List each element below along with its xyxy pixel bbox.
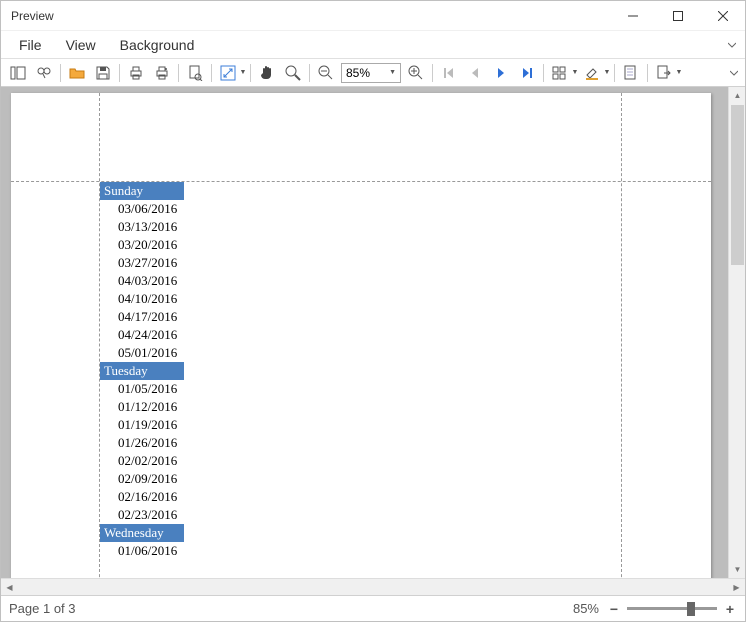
zoom-slider-thumb[interactable] xyxy=(687,602,695,616)
report-body: Sunday03/06/201603/13/201603/20/201603/2… xyxy=(100,182,620,560)
toolbar-separator xyxy=(60,64,61,82)
menubar: File View Background xyxy=(1,31,745,59)
toolbar-overflow-icon[interactable] xyxy=(727,69,741,77)
toolbar-separator xyxy=(309,64,310,82)
scroll-right-icon[interactable]: ▶ xyxy=(728,579,745,596)
date-row: 02/16/2016 xyxy=(100,488,620,506)
work-area: Sunday03/06/201603/13/201603/20/201603/2… xyxy=(1,87,745,578)
preview-page: Sunday03/06/201603/13/201603/20/201603/2… xyxy=(11,93,711,578)
export-icon[interactable] xyxy=(652,61,676,85)
date-row: 03/06/2016 xyxy=(100,200,620,218)
page-info-label: Page 1 of 3 xyxy=(9,601,76,616)
zoom-out-icon[interactable] xyxy=(314,61,338,85)
menu-background[interactable]: Background xyxy=(108,33,207,57)
date-row: 03/13/2016 xyxy=(100,218,620,236)
scale-dropdown-icon[interactable]: ▼ xyxy=(239,69,247,76)
zoom-slider-track[interactable] xyxy=(627,607,717,610)
date-row: 01/12/2016 xyxy=(100,398,620,416)
zoom-plus-button[interactable]: + xyxy=(723,602,737,616)
minimize-button[interactable] xyxy=(610,1,655,31)
maximize-button[interactable] xyxy=(655,1,700,31)
open-icon[interactable] xyxy=(65,61,89,85)
multipage-icon[interactable] xyxy=(548,61,572,85)
hand-tool-icon[interactable] xyxy=(255,61,279,85)
date-row: 01/06/2016 xyxy=(100,542,620,560)
margin-guide xyxy=(621,93,622,578)
next-page-icon[interactable] xyxy=(489,61,513,85)
statusbar: Page 1 of 3 85% − + xyxy=(1,595,745,621)
zoom-percent-label: 85% xyxy=(573,601,599,616)
toolbar-separator xyxy=(543,64,544,82)
menu-view[interactable]: View xyxy=(54,33,108,57)
date-row: 05/01/2016 xyxy=(100,344,620,362)
date-row: 02/23/2016 xyxy=(100,506,620,524)
date-row: 04/24/2016 xyxy=(100,326,620,344)
zoom-slider: − + xyxy=(607,602,737,616)
zoom-in-icon[interactable] xyxy=(404,61,428,85)
group-header: Tuesday xyxy=(100,362,184,380)
scroll-down-icon[interactable]: ▼ xyxy=(729,561,745,578)
titlebar: Preview xyxy=(1,1,745,31)
date-row: 01/26/2016 xyxy=(100,434,620,452)
menu-file[interactable]: File xyxy=(7,33,54,57)
date-row: 04/03/2016 xyxy=(100,272,620,290)
chevron-down-icon: ▼ xyxy=(389,69,396,76)
scroll-up-icon[interactable]: ▲ xyxy=(729,87,745,104)
toolbar-separator xyxy=(432,64,433,82)
zoom-combo-value: 85% xyxy=(346,66,370,80)
document-viewport[interactable]: Sunday03/06/201603/13/201603/20/201603/2… xyxy=(1,87,728,578)
toolbar-separator xyxy=(178,64,179,82)
toolbar-separator xyxy=(211,64,212,82)
date-row: 01/05/2016 xyxy=(100,380,620,398)
toolbar-separator xyxy=(614,64,615,82)
group-header: Wednesday xyxy=(100,524,184,542)
toolbar-separator xyxy=(119,64,120,82)
date-row: 04/10/2016 xyxy=(100,290,620,308)
date-row: 03/20/2016 xyxy=(100,236,620,254)
toolbar-separator xyxy=(647,64,648,82)
export-dropdown-icon[interactable]: ▼ xyxy=(675,69,683,76)
close-button[interactable] xyxy=(700,1,745,31)
date-row: 02/09/2016 xyxy=(100,470,620,488)
search-icon[interactable] xyxy=(32,61,56,85)
vertical-scrollbar[interactable]: ▲ ▼ xyxy=(728,87,745,578)
toolbar-separator xyxy=(250,64,251,82)
zoom-combo[interactable]: 85% ▼ xyxy=(341,63,401,83)
horizontal-scrollbar[interactable]: ◀ ▶ xyxy=(1,578,745,595)
date-row: 04/17/2016 xyxy=(100,308,620,326)
zoom-minus-button[interactable]: − xyxy=(607,602,621,616)
save-icon[interactable] xyxy=(91,61,115,85)
menu-overflow-icon[interactable] xyxy=(725,41,739,49)
group-header: Sunday xyxy=(100,182,184,200)
scale-icon[interactable] xyxy=(216,61,240,85)
quick-print-icon[interactable] xyxy=(150,61,174,85)
toolbar: ▼ 85% ▼ ▼ ▼ ▼ xyxy=(1,59,745,87)
background-color-icon[interactable] xyxy=(580,61,604,85)
magnifier-icon[interactable] xyxy=(281,61,305,85)
scroll-thumb[interactable] xyxy=(731,105,744,265)
window-title: Preview xyxy=(11,9,610,23)
scroll-left-icon[interactable]: ◀ xyxy=(1,579,18,596)
date-row: 02/02/2016 xyxy=(100,452,620,470)
thumbnails-icon[interactable] xyxy=(6,61,30,85)
last-page-icon[interactable] xyxy=(515,61,539,85)
multipage-dropdown-icon[interactable]: ▼ xyxy=(571,69,579,76)
prev-page-icon[interactable] xyxy=(463,61,487,85)
first-page-icon[interactable] xyxy=(437,61,461,85)
watermark-icon[interactable] xyxy=(619,61,643,85)
date-row: 01/19/2016 xyxy=(100,416,620,434)
page-setup-icon[interactable] xyxy=(183,61,207,85)
date-row: 03/27/2016 xyxy=(100,254,620,272)
background-dropdown-icon[interactable]: ▼ xyxy=(603,69,611,76)
print-icon[interactable] xyxy=(124,61,148,85)
